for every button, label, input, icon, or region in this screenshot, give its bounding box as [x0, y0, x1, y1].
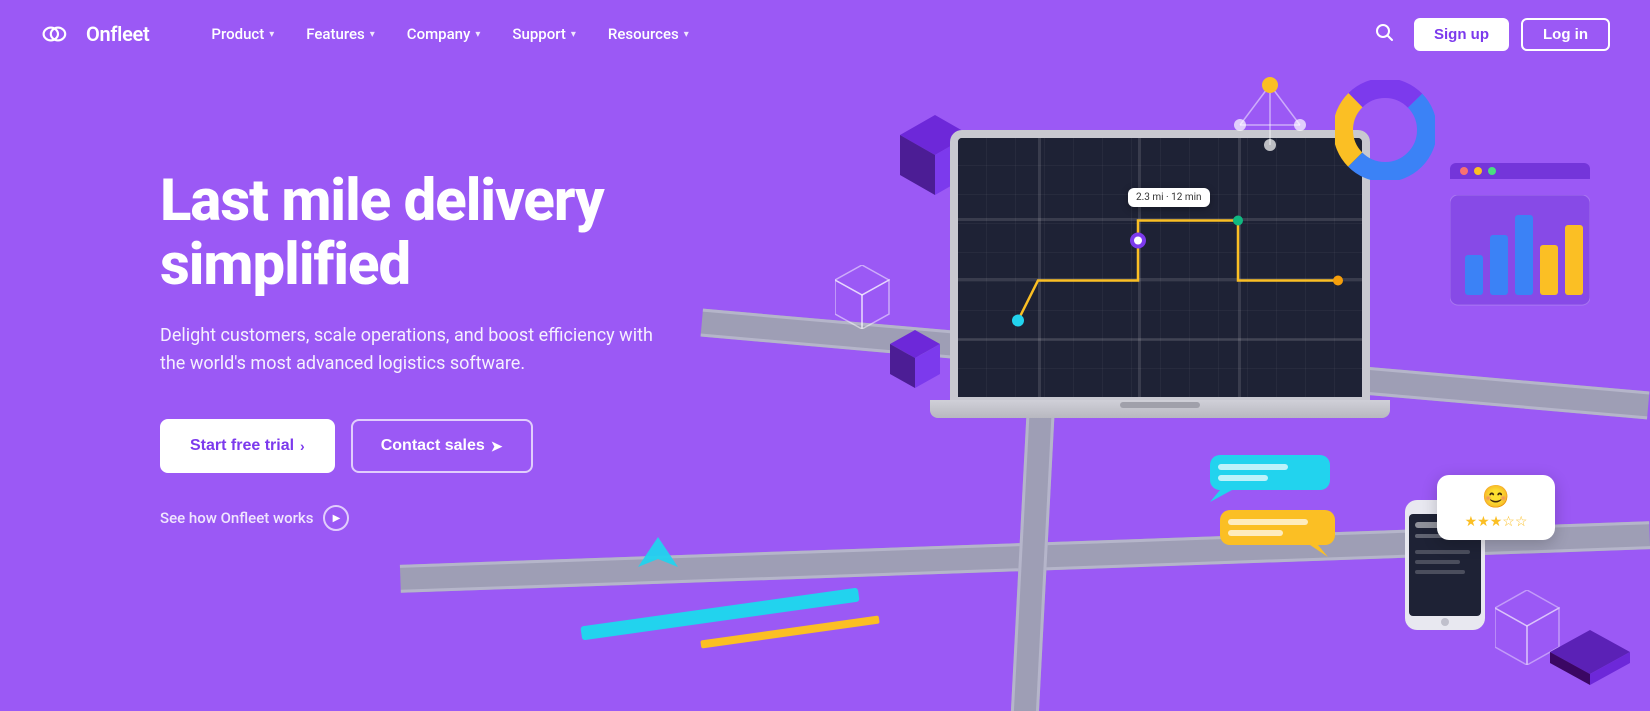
chat-bubbles [1210, 450, 1340, 564]
contact-sales-button[interactable]: Contact sales ➤ [351, 419, 533, 473]
laptop-map: 2.3 mi · 12 min [958, 138, 1362, 397]
nav-product[interactable]: Product ▾ [197, 17, 288, 51]
cube-purple-small [890, 330, 940, 392]
arrow-icon: › [300, 438, 305, 454]
see-how-link[interactable]: See how Onfleet works ▶ [160, 505, 780, 531]
laptop-screen: 2.3 mi · 12 min [950, 130, 1370, 400]
chevron-down-icon: ▾ [269, 29, 274, 40]
hero-section: Onfleet Product ▾ Features ▾ Company ▾ S… [0, 0, 1650, 711]
nav-resources[interactable]: Resources ▾ [594, 17, 703, 51]
cyan-road [580, 588, 859, 641]
cube-outline [835, 265, 890, 333]
arrow-icon: ➤ [491, 438, 503, 455]
star-rating: ★★★☆☆ [1451, 514, 1541, 530]
nav-support[interactable]: Support ▾ [498, 17, 590, 51]
chart-header [1450, 163, 1590, 179]
logo-icon [40, 23, 76, 45]
nav-company[interactable]: Company ▾ [393, 17, 495, 51]
nav-right: Sign up Log in [1366, 14, 1610, 55]
nav-links: Product ▾ Features ▾ Company ▾ Support ▾… [197, 17, 1366, 51]
hero-headline: Last mile delivery simplified [160, 170, 780, 298]
yellow-road-accent [700, 616, 879, 649]
chevron-down-icon: ▾ [370, 29, 375, 40]
hero-subtext: Delight customers, scale operations, and… [160, 322, 680, 380]
chevron-down-icon: ▾ [684, 29, 689, 40]
chevron-down-icon: ▾ [571, 29, 576, 40]
delivery-marker [638, 537, 678, 591]
rating-widget: 😊 ★★★☆☆ [1437, 475, 1555, 540]
logo[interactable]: Onfleet [40, 22, 149, 46]
network-diagram [1220, 70, 1320, 164]
smiley-icon: 😊 [1451, 485, 1541, 510]
hero-content: Last mile delivery simplified Delight cu… [160, 170, 780, 531]
purple-block-br [1550, 630, 1630, 689]
nav-features[interactable]: Features ▾ [292, 17, 389, 51]
signup-button[interactable]: Sign up [1414, 18, 1509, 51]
map-tooltip: 2.3 mi · 12 min [1128, 188, 1210, 207]
logo-text: Onfleet [86, 22, 149, 46]
cta-buttons: Start free trial › Contact sales ➤ [160, 419, 780, 473]
search-icon[interactable] [1366, 14, 1402, 55]
start-trial-button[interactable]: Start free trial › [160, 419, 335, 473]
login-button[interactable]: Log in [1521, 18, 1610, 51]
navigation: Onfleet Product ▾ Features ▾ Company ▾ S… [0, 0, 1650, 68]
laptop-base [930, 400, 1390, 418]
pie-chart [1335, 80, 1435, 184]
bar-chart [1450, 195, 1590, 329]
chevron-down-icon: ▾ [475, 29, 480, 40]
play-icon: ▶ [323, 505, 349, 531]
